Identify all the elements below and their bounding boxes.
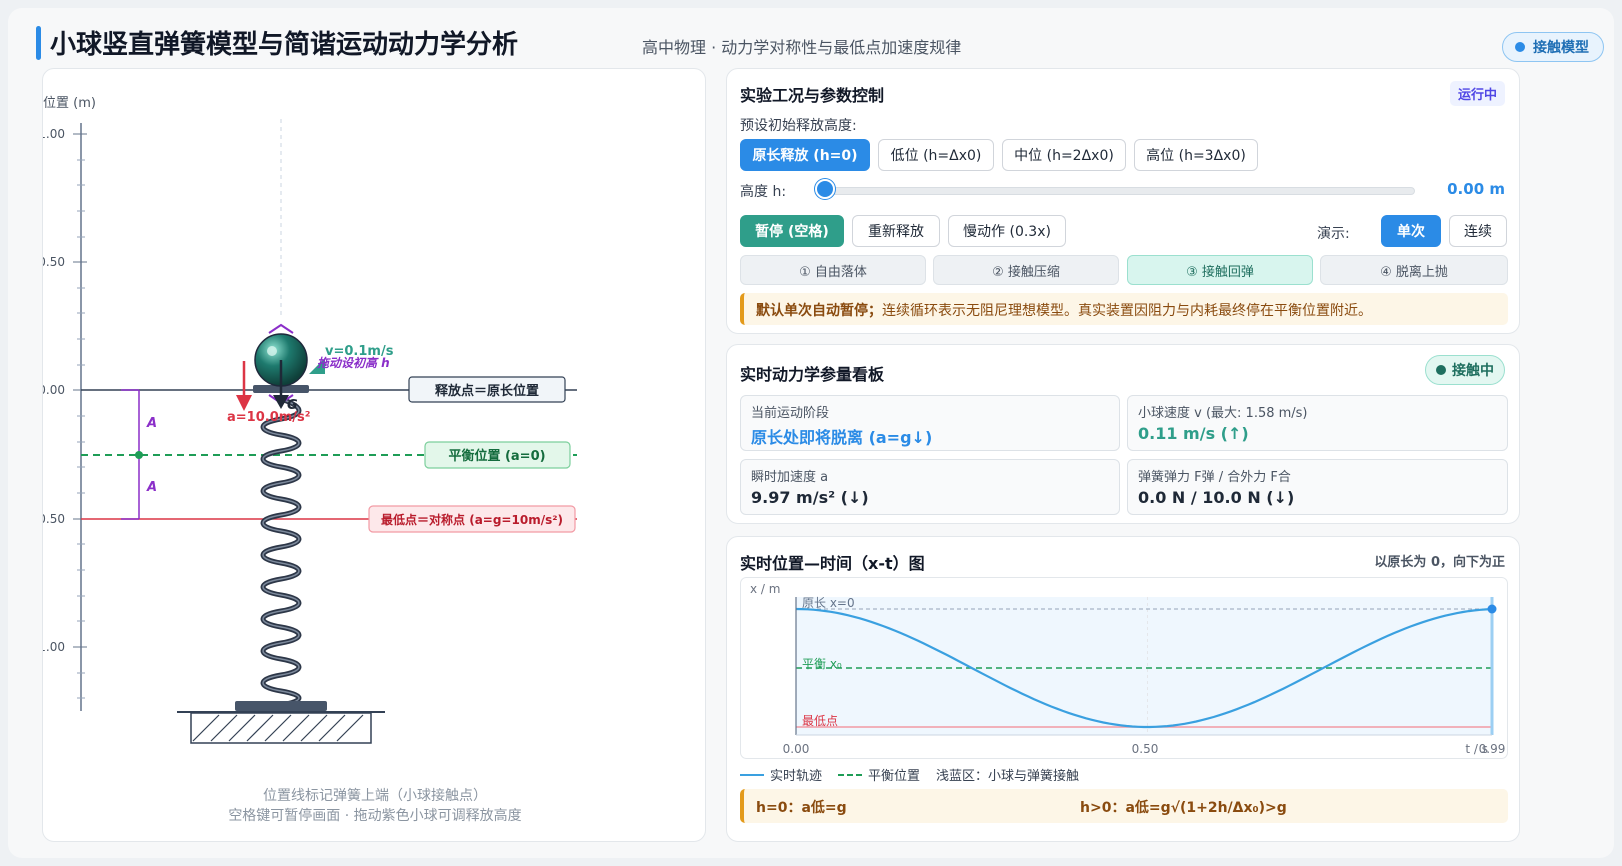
acceleration-label: a=10.0m/s² [227,410,310,425]
notice-bold: 默认单次自动暂停； [756,303,882,319]
xt-chart-panel: 实时位置—时间（x-t）图 以原长为 0，向下为正 x / m 原长 x=0 平… [726,536,1520,842]
rerelease-button[interactable]: 重新释放 [852,215,940,247]
slow-motion-button[interactable]: 慢动作 (0.3x) [948,215,1066,247]
notice-text: 连续循环表示无阻尼理想模型。真实装置因阻力与内耗最终停在平衡位置附近。 [882,303,1372,319]
dynamics-panel: 实时动力学参量看板 接触中 当前运动阶段 原长处即将脱离 (a=g↓) 小球速度… [726,344,1520,524]
model-badge-label: 接触模型 [1533,40,1589,56]
xt-line-origin-label: 原长 x=0 [802,596,855,610]
tick-label: +1.00 [43,127,65,141]
drag-hint-label: 拖动设初高 h [317,356,390,370]
demo-mode-label: 演示: [1317,226,1350,242]
xt-line-low-label: 最低点 [802,714,838,728]
spring [260,396,302,708]
speed-cell: 小球速度 v (最大: 1.58 m/s) 0.11 m/s (↑) [1127,395,1508,451]
formula-h0: h=0：a低=g [756,800,847,816]
amplitude-label-upper: A [146,416,157,431]
simulation-panel: 位置 (m) +1.00 +0.50 0.00 [42,68,706,842]
simulation-canvas: 位置 (m) +1.00 +0.50 0.00 [43,96,577,744]
header: 小球竖直弹簧模型与简谐运动动力学分析 高中物理 · 动力学对称性与最低点加速度规… [36,18,1604,62]
dynamics-title: 实时动力学参量看板 [740,365,885,384]
speed-cell-value: 0.11 m/s (↑) [1138,424,1249,443]
xt-xaxis-label: t / s [1465,742,1488,756]
xt-title: 实时位置—时间（x-t）图 [740,554,925,573]
legend-line-icon [740,773,764,776]
xt-contact-zone [796,597,1492,735]
drag-chevron-up-icon[interactable] [268,323,294,334]
preset-original-button[interactable]: 原长释放 (h=0) [740,139,870,171]
force-cell-value: 0.0 N / 10.0 N (↓) [1138,488,1295,507]
xt-legend: 实时轨迹 平衡位置 浅蓝区：小球与弹簧接触 [740,765,1079,784]
legend-equilibrium: 平衡位置 [868,769,921,784]
legend-trajectory: 实时轨迹 [770,769,823,784]
axis-ticks [73,133,87,699]
force-cell-label: 弹簧弹力 F弹 / 合外力 F合 [1138,470,1291,485]
phase-cell: 当前运动阶段 原长处即将脱离 (a=g↓) [740,395,1120,451]
pause-button[interactable]: 暂停 (空格) [740,215,844,247]
height-value: 0.00 m [1447,180,1505,198]
model-badge[interactable]: 接触模型 [1502,32,1604,62]
tick-label: -1.00 [43,640,65,654]
xt-current-point [1487,604,1497,614]
contact-badge: 接触中 [1425,355,1505,385]
height-slider-track[interactable] [823,187,1415,195]
acceleration-arrowhead-icon [236,395,252,411]
preset-high-button[interactable]: 高位 (h=3Δx0) [1134,139,1258,171]
formula-banner: h=0：a低=g h>0：a低=g√(1+2h/Δx₀)>g [740,789,1508,823]
legend-dash-icon [838,773,863,776]
xt-xtick-0: 0.00 [783,742,810,756]
demo-single-button[interactable]: 单次 [1381,215,1441,247]
page-subtitle: 高中物理 · 动力学对称性与最低点加速度规律 [642,38,962,57]
sim-note-position: 位置线标记弹簧上端（小球接触点） [263,788,487,804]
run-status-badge: 运行中 [1449,81,1505,106]
legend-contact-zone: 浅蓝区：小球与弹簧接触 [936,769,1080,784]
speed-cell-label: 小球速度 v (最大: 1.58 m/s) [1138,406,1308,421]
app-window: 小球竖直弹簧模型与简谐运动动力学分析 高中物理 · 动力学对称性与最低点加速度规… [8,8,1614,858]
phase-cell-value: 原长处即将脱离 (a=g↓) [751,428,933,447]
tick-label: -0.50 [43,512,65,526]
height-slider-thumb[interactable] [815,179,835,199]
height-label: 高度 h: [740,184,787,200]
lowest-label: 最低点＝对称点 (a=g=10m/s²) [381,512,563,527]
accel-cell-value: 9.97 m/s² (↓) [751,488,869,507]
notice-banner: 默认单次自动暂停；连续循环表示无阻尼理想模型。真实装置因阻力与内耗最终停在平衡位… [740,293,1508,325]
preset-low-button[interactable]: 低位 (h=Δx0) [878,139,994,171]
control-title: 实验工况与参数控制 [740,86,885,105]
page-title: 小球竖直弹簧模型与简谐运动动力学分析 [50,30,519,60]
xt-chart: x / m 原长 x=0 平衡 x₀ 最低点 0.00 0.50 0.99 t … [740,577,1508,759]
equilibrium-dot [135,451,143,459]
preset-mid-button[interactable]: 中位 (h=2Δx0) [1002,139,1126,171]
release-label: 释放点＝原长位置 [435,383,539,399]
preset-label: 预设初始释放高度: [740,118,857,134]
status-dot-icon [1515,42,1525,52]
sim-note-controls: 空格键可暂停画面 · 拖动紫色小球可调释放高度 [228,808,522,824]
ball-highlight [267,346,277,356]
axis-label: 位置 (m) [43,96,96,111]
phase-cell-label: 当前运动阶段 [751,406,830,421]
title-accent [36,26,41,60]
formula-hpos: h>0：a低=g√(1+2h/Δx₀)>g [1080,800,1287,816]
phase-compression[interactable]: ② 接触压缩 [933,255,1119,285]
tick-label: 0.00 [43,383,65,397]
xt-xtick-1: 0.50 [1132,742,1159,756]
phase-free-fall[interactable]: ① 自由落体 [740,255,926,285]
equilibrium-label: 平衡位置 (a=0) [448,448,545,464]
force-cell: 弹簧弹力 F弹 / 合外力 F合 0.0 N / 10.0 N (↓) [1127,459,1508,515]
demo-loop-button[interactable]: 连续 [1449,215,1507,247]
ground-block [190,712,372,744]
phase-launch[interactable]: ④ 脱离上抛 [1320,255,1508,285]
accel-cell-label: 瞬时加速度 a [751,470,829,485]
phase-rebound[interactable]: ③ 接触回弹 [1127,255,1313,285]
control-panel: 实验工况与参数控制 运行中 预设初始释放高度: 原长释放 (h=0) 低位 (h… [726,68,1520,334]
xt-note: 以原长为 0，向下为正 [1374,555,1505,570]
xt-line-eq-label: 平衡 x₀ [802,657,842,671]
accel-cell: 瞬时加速度 a 9.97 m/s² (↓) [740,459,1120,515]
amplitude-label-lower: A [146,480,157,495]
xt-ylabel: x / m [750,582,780,596]
spring-base-plate [235,701,327,711]
contact-dot-icon [1436,365,1446,375]
tick-label: +0.50 [43,255,65,269]
contact-badge-label: 接触中 [1452,363,1494,379]
